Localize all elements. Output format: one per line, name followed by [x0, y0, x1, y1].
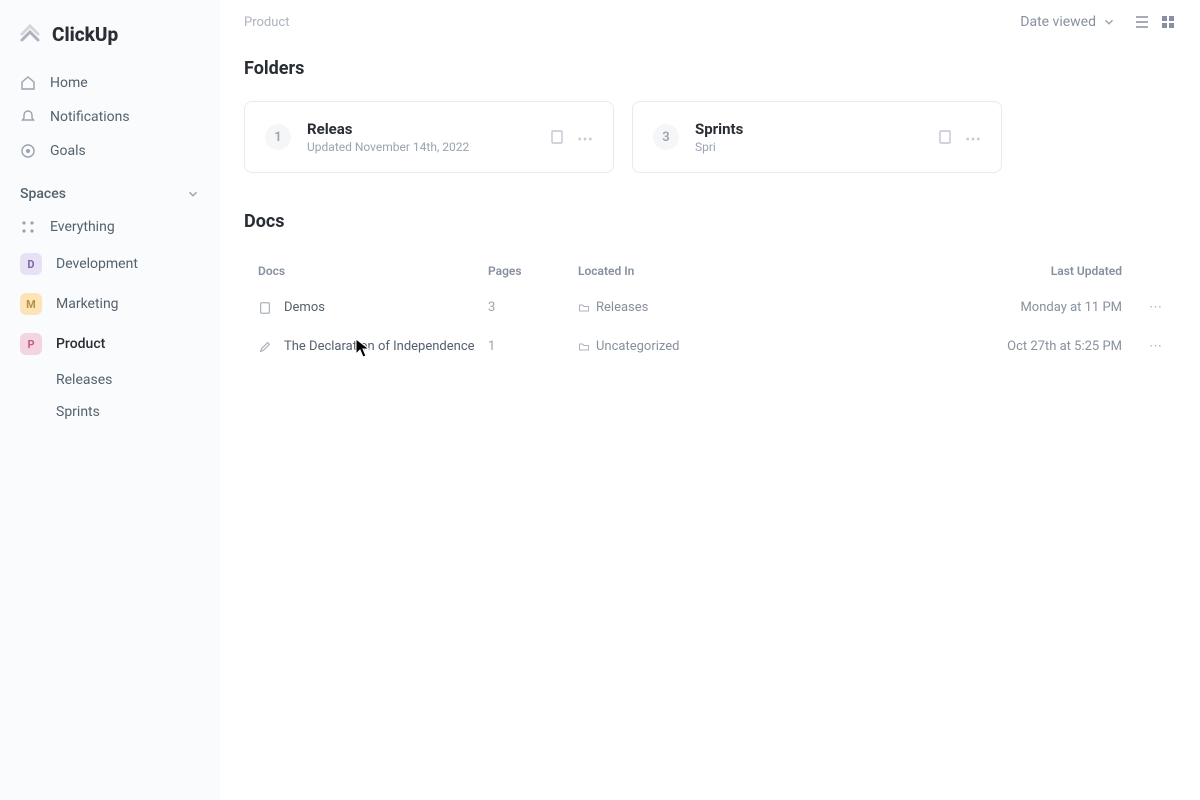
docs-section-title: Docs [244, 211, 1176, 232]
doc-location[interactable]: Uncategorized [596, 339, 679, 354]
more-icon[interactable]: ⋯ [577, 129, 593, 145]
doc-updated: Oct 27th at 5:25 PM [942, 339, 1122, 354]
spaces-label: Spaces [20, 186, 66, 202]
pen-icon [258, 340, 272, 354]
folder-card-releases[interactable]: 1 Releas Updated November 14th, 2022 ⋯ [244, 101, 614, 173]
table-row[interactable]: Demos 3 Releases Monday at 11 PM ⋯ [244, 288, 1176, 327]
docs-table: Docs Pages Located In Last Updated Demos… [244, 254, 1176, 366]
sub-label: Sprints [56, 404, 100, 420]
doc-add-icon[interactable] [549, 129, 565, 145]
chevron-down-icon [1102, 15, 1116, 29]
space-label: Everything [50, 219, 115, 235]
nav-notifications[interactable]: Notifications [0, 100, 220, 134]
folder-name: Sprints [695, 120, 921, 138]
doc-pages: 3 [488, 300, 578, 315]
folder-count: 3 [653, 124, 679, 150]
folder-icon [578, 302, 590, 314]
home-icon [20, 75, 36, 91]
doc-name: Demos [284, 300, 325, 315]
sidebar-space-product[interactable]: P Product [0, 324, 220, 364]
target-icon [20, 143, 36, 159]
col-header-updated[interactable]: Last Updated [942, 264, 1122, 278]
table-header: Docs Pages Located In Last Updated [244, 254, 1176, 288]
col-header-docs[interactable]: Docs [258, 264, 488, 278]
chevron-down-icon [186, 187, 200, 201]
sort-dropdown[interactable]: Date viewed [1020, 14, 1116, 30]
space-badge: M [20, 293, 42, 315]
brand-name: ClickUp [52, 23, 118, 46]
more-icon[interactable]: ⋯ [965, 129, 981, 145]
sort-label-text: Date viewed [1020, 14, 1096, 30]
sidebar-space-everything[interactable]: Everything [0, 210, 220, 244]
sidebar-sub-sprints[interactable]: Sprints [0, 396, 220, 428]
folder-name: Releas [307, 120, 533, 138]
bell-icon [20, 109, 36, 125]
clickup-logo-icon [18, 22, 42, 46]
space-label: Product [56, 336, 105, 352]
sub-label: Releases [56, 372, 112, 388]
main-content: Product Date viewed Folders 1 Releas Upd… [220, 0, 1200, 800]
doc-location[interactable]: Releases [596, 300, 648, 315]
space-label: Development [56, 256, 138, 272]
sidebar-space-development[interactable]: D Development [0, 244, 220, 284]
list-view-button[interactable] [1134, 14, 1150, 30]
nav-goals[interactable]: Goals [0, 134, 220, 168]
sidebar: ClickUp Home Notifications Goals Spaces … [0, 0, 220, 800]
row-more-button[interactable]: ⋯ [1122, 300, 1162, 315]
col-header-pages[interactable]: Pages [488, 264, 578, 278]
spaces-header[interactable]: Spaces [0, 168, 220, 210]
folders-row: 1 Releas Updated November 14th, 2022 ⋯ 3… [244, 101, 1176, 173]
space-label: Marketing [56, 296, 119, 312]
breadcrumb[interactable]: Product [244, 15, 289, 30]
folder-card-sprints[interactable]: 3 Sprints Spri ⋯ [632, 101, 1002, 173]
document-icon [258, 301, 272, 315]
folder-icon [578, 341, 590, 353]
folder-date: Updated November 14th, 2022 [307, 140, 533, 154]
doc-updated: Monday at 11 PM [942, 300, 1122, 315]
space-badge: P [20, 333, 42, 355]
table-row[interactable]: The Declaration of Independence 1 Uncate… [244, 327, 1176, 366]
doc-add-icon[interactable] [937, 129, 953, 145]
grid-view-button[interactable] [1160, 14, 1176, 30]
nav-label: Notifications [50, 109, 130, 125]
folder-date: Spri [695, 140, 921, 154]
sidebar-space-marketing[interactable]: M Marketing [0, 284, 220, 324]
row-more-button[interactable]: ⋯ [1122, 339, 1162, 354]
doc-pages: 1 [488, 339, 578, 354]
space-badge: D [20, 253, 42, 275]
doc-name: The Declaration of Independence [284, 339, 475, 354]
sidebar-sub-releases[interactable]: Releases [0, 364, 220, 396]
nav-label: Goals [50, 143, 86, 159]
grid-dots-icon [20, 219, 36, 235]
topbar: Product Date viewed [244, 14, 1176, 30]
folder-count: 1 [265, 124, 291, 150]
top-right-controls: Date viewed [1020, 14, 1176, 30]
brand-logo[interactable]: ClickUp [0, 14, 220, 66]
nav-label: Home [50, 75, 88, 91]
folders-section-title: Folders [244, 58, 1176, 79]
nav-home[interactable]: Home [0, 66, 220, 100]
col-header-located[interactable]: Located In [578, 264, 942, 278]
